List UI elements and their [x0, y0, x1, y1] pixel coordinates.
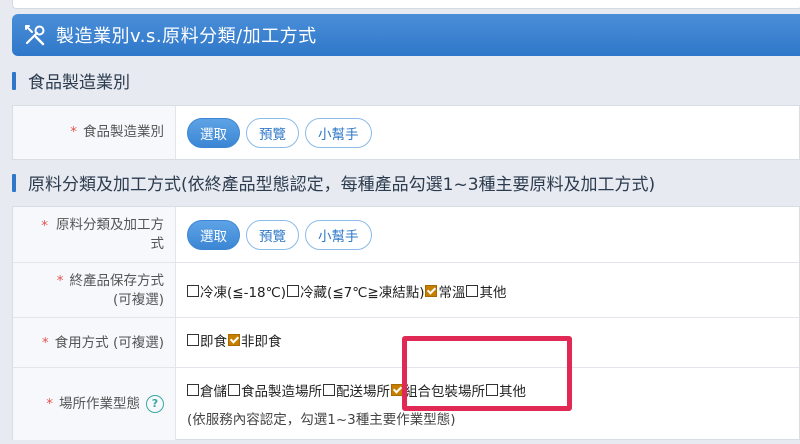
section-header-raw: 原料分類及加工方式(依終產品型態認定，每種產品勾選1~3種主要原料及加工方式)	[12, 170, 655, 195]
storage-option-frozen[interactable]: 冷凍(≦-18℃)	[187, 281, 286, 301]
checkbox-checked[interactable]	[425, 284, 438, 297]
section-header-food-mfg: 食品製造業別	[12, 68, 130, 93]
checkbox-checked[interactable]	[391, 384, 403, 396]
raw-label: 原料分類及加工方式	[56, 217, 164, 252]
form-row-food-mfg: * 食品製造業別 選取 預覽 小幫手	[13, 106, 799, 159]
option-label: 配送場所	[336, 384, 390, 400]
field-label: * 場所作業型態 ?	[13, 368, 176, 440]
section-title: 食品製造業別	[28, 73, 130, 93]
required-mark: *	[41, 334, 49, 351]
field-label: * 食品製造業別	[13, 106, 176, 159]
option-label: 食品製造場所	[241, 384, 322, 400]
required-mark: *	[70, 124, 77, 141]
storage-label-line1: 終產品保存方式	[69, 273, 165, 290]
helper-button[interactable]: 小幫手	[305, 117, 372, 148]
section-title: 原料分類及加工方式(依終產品型態認定，每種產品勾選1~3種主要原料及加工方式)	[28, 175, 656, 195]
form-row-storage: * 終產品保存方式 (可複選) 冷凍(≦-18℃) 冷藏(≦7℃≧凍結點) 常溫 …	[13, 262, 799, 318]
food-mfg-controls: 選取 預覽 小幫手	[187, 106, 378, 159]
storage-options: 冷凍(≦-18℃) 冷藏(≦7℃≧凍結點) 常溫 其他	[187, 263, 507, 318]
eating-label: 食用方式 (可複選)	[54, 334, 164, 351]
storage-label-line2: (可複選)	[112, 291, 164, 308]
section-bar	[12, 173, 16, 192]
site-option-delivery[interactable]: 配送場所	[323, 380, 390, 400]
checkbox-checked[interactable]	[228, 334, 240, 346]
option-label: 即食	[200, 334, 227, 350]
option-label: 倉儲	[200, 384, 227, 400]
storage-option-chilled[interactable]: 冷藏(≦7℃≧凍結點)	[287, 281, 424, 301]
required-mark: *	[41, 218, 48, 234]
section-bar	[12, 71, 16, 90]
form-row-site: * 場所作業型態 ? 倉儲 食品製造場所 配送場所 組合包裝場所 其他 (依服務…	[13, 367, 799, 440]
site-option-other[interactable]: 其他	[486, 380, 526, 400]
select-button[interactable]: 選取	[187, 219, 240, 250]
section-banner: 製造業別v.s.原料分類/加工方式	[12, 14, 800, 56]
field-label: * 終產品保存方式 (可複選)	[13, 263, 176, 318]
option-label: 其他	[479, 284, 507, 301]
banner-title: 製造業別v.s.原料分類/加工方式	[56, 26, 317, 47]
raw-panel: * 原料分類及加工方式 選取 預覽 小幫手 * 終產品保存方式 (可複選) 冷凍(…	[12, 206, 800, 440]
site-option-food-mfg[interactable]: 食品製造場所	[228, 380, 322, 400]
site-option-packaging[interactable]: 組合包裝場所	[391, 380, 485, 400]
top-panel-edge	[12, 0, 800, 9]
option-label: 常溫	[438, 284, 466, 301]
storage-option-other[interactable]: 其他	[466, 281, 506, 301]
food-mfg-label: 食品製造業別	[83, 124, 164, 141]
option-label: 組合包裝場所	[404, 384, 485, 400]
form-row-eating: * 食用方式 (可複選) 即食 非即食	[13, 317, 799, 368]
option-label: 非即食	[241, 334, 282, 350]
checkbox[interactable]	[187, 284, 199, 297]
site-options: 倉儲 食品製造場所 配送場所 組合包裝場所 其他	[187, 380, 527, 400]
storage-label: * 終產品保存方式 (可複選)	[57, 272, 164, 308]
eating-options: 即食 非即食	[187, 318, 283, 368]
required-mark: *	[56, 273, 64, 290]
form-row-raw: * 原料分類及加工方式 選取 預覽 小幫手	[13, 207, 799, 262]
checkbox[interactable]	[187, 384, 199, 396]
field-label: * 原料分類及加工方式	[13, 207, 176, 262]
field-label: * 食用方式 (可複選)	[13, 318, 176, 368]
tools-icon	[25, 25, 45, 46]
checkbox[interactable]	[228, 384, 240, 396]
question-icon[interactable]: ?	[146, 395, 164, 413]
select-button[interactable]: 選取	[187, 117, 240, 148]
site-option-storage[interactable]: 倉儲	[187, 380, 227, 400]
site-note: (依服務內容認定，勾選1~3種主要作業型態)	[187, 412, 456, 428]
eating-option-not-ready[interactable]: 非即食	[228, 330, 282, 350]
food-mfg-panel: * 食品製造業別 選取 預覽 小幫手	[12, 105, 800, 160]
option-label: 其他	[499, 384, 526, 400]
checkbox[interactable]	[287, 284, 300, 297]
site-controls: 倉儲 食品製造場所 配送場所 組合包裝場所 其他 (依服務內容認定，勾選1~3種…	[187, 368, 527, 440]
required-mark: *	[46, 395, 53, 412]
checkbox[interactable]	[466, 284, 479, 297]
checkbox[interactable]	[187, 334, 199, 346]
checkbox[interactable]	[486, 384, 498, 396]
storage-option-ambient[interactable]: 常溫	[425, 281, 465, 301]
preview-button[interactable]: 預覽	[246, 117, 299, 148]
preview-button[interactable]: 預覽	[246, 219, 299, 250]
raw-controls: 選取 預覽 小幫手	[187, 207, 378, 262]
eating-option-ready[interactable]: 即食	[187, 330, 227, 350]
option-label: 冷凍(≦-18℃)	[200, 284, 287, 301]
site-label: 場所作業型態	[59, 395, 140, 412]
checkbox[interactable]	[323, 384, 335, 396]
option-label: 冷藏(≦7℃≧凍結點)	[300, 284, 425, 301]
helper-button[interactable]: 小幫手	[305, 219, 372, 250]
